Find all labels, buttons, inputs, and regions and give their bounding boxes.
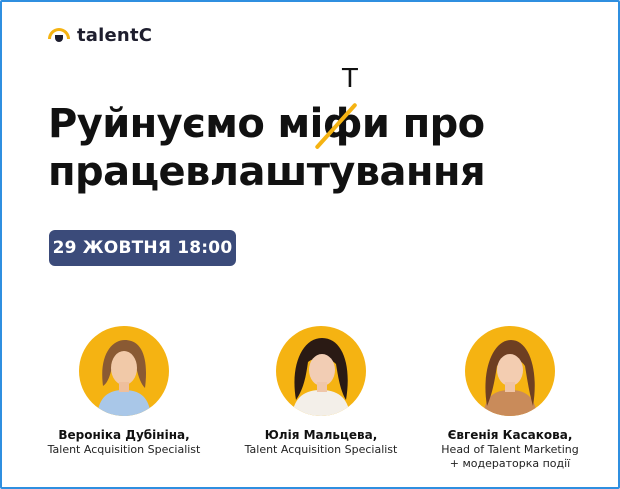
headline-line-1-start: Руйнуємо м (48, 101, 310, 147)
speaker-photo (465, 326, 555, 416)
logo-mark-icon (48, 28, 70, 42)
speaker-name: Вероніка Дубініна, (58, 428, 190, 442)
handwritten-correction: Т (342, 64, 358, 94)
event-banner: talentC Руйнуємо міфи про працевлаштуван… (0, 0, 620, 489)
speaker-card: Юлія Мальцева, Talent Acquisition Specia… (221, 326, 421, 457)
speaker-photo (79, 326, 169, 416)
headline-line-1: Руйнуємо міфи про (48, 100, 608, 148)
headline-line-2: працевлаштування (48, 149, 486, 195)
speaker-name: Євгенія Касакова, (447, 428, 573, 442)
speaker-name: Юлія Мальцева, (264, 428, 378, 442)
date-badge: 29 ЖОВТНЯ 18:00 (49, 230, 236, 266)
headline: Руйнуємо міфи про працевлаштування (48, 100, 608, 196)
speaker-photo (276, 326, 366, 416)
struck-letters: іф (309, 101, 363, 147)
speaker-card: Євгенія Касакова, Head of Talent Marketi… (410, 326, 610, 471)
brand-logo: talentC (48, 24, 152, 46)
speaker-role: Talent Acquisition Specialist (244, 443, 398, 456)
speaker-role: Head of Talent Marketing (441, 443, 579, 456)
speaker-role-extra: + модераторка події (449, 457, 571, 470)
headline-line-1-end: и про (361, 101, 485, 147)
speaker-role: Talent Acquisition Specialist (47, 443, 201, 456)
speaker-card: Вероніка Дубініна, Talent Acquisition Sp… (24, 326, 224, 457)
brand-name: talentC (77, 24, 153, 46)
